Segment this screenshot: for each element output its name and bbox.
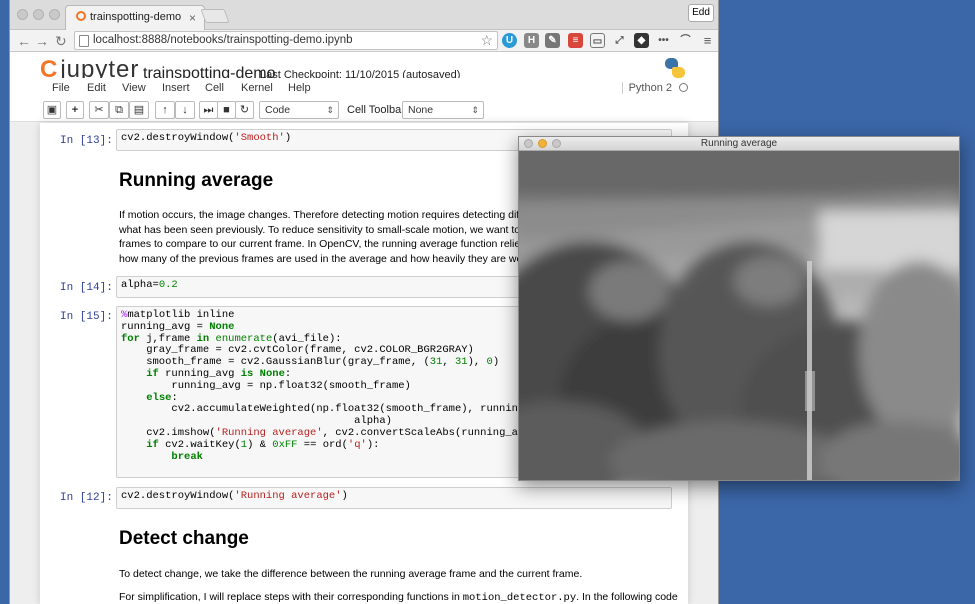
cell-prompt: In [12]: bbox=[60, 492, 113, 504]
opencv-titlebar[interactable]: Running average bbox=[519, 137, 959, 151]
extension-layers-icon[interactable]: ◆ bbox=[634, 33, 649, 48]
extension-h-icon[interactable]: H bbox=[524, 33, 539, 48]
python-logo-icon bbox=[665, 58, 685, 78]
menu-bar: File Edit View Insert Cell Kernel Help P… bbox=[10, 78, 718, 98]
page-icon bbox=[79, 35, 89, 47]
select-arrow-icon: ⇕ bbox=[326, 105, 334, 115]
reload-icon[interactable]: ↻ bbox=[55, 33, 67, 50]
profile-button[interactable]: Edd bbox=[688, 4, 714, 22]
cast-icon[interactable]: ▭ bbox=[590, 33, 605, 48]
save-icon[interactable]: ▣ bbox=[43, 101, 61, 119]
interrupt-icon[interactable]: ■ bbox=[217, 101, 236, 119]
opencv-window-title: Running average bbox=[700, 138, 778, 149]
inline-code: motion_detector.py bbox=[462, 592, 577, 604]
detect-change-text-1: To detect change, we take the difference… bbox=[119, 568, 583, 580]
bookmark-star-icon[interactable]: ☆ bbox=[480, 32, 493, 49]
menu-icon[interactable]: ≡ bbox=[700, 33, 715, 48]
cut-icon[interactable]: ✂ bbox=[89, 101, 109, 119]
kernel-name: Python 2 bbox=[621, 82, 672, 94]
close-window-button[interactable] bbox=[524, 139, 533, 148]
extension-todoist-icon[interactable]: ≡ bbox=[568, 33, 583, 48]
jupyter-favicon-icon bbox=[76, 11, 86, 21]
cell-toolbar-value: None bbox=[408, 104, 434, 116]
forward-icon[interactable]: → bbox=[35, 33, 49, 49]
heading-running-average: Running average bbox=[119, 170, 274, 191]
cell-prompt: In [14]: bbox=[60, 282, 113, 294]
menu-view[interactable]: View bbox=[122, 82, 146, 94]
paste-icon[interactable]: ▤ bbox=[129, 101, 149, 119]
menu-edit[interactable]: Edit bbox=[87, 82, 106, 94]
extension-tools-icon[interactable]: ⤢ bbox=[612, 33, 627, 48]
extension-u-icon[interactable]: U bbox=[502, 33, 517, 48]
text-span: . In the following code bbox=[576, 591, 678, 603]
extension-dots-icon[interactable]: ••• bbox=[656, 33, 671, 48]
back-icon[interactable]: ← bbox=[17, 33, 31, 49]
insert-cell-icon[interactable]: + bbox=[66, 101, 84, 119]
running-average-frame bbox=[519, 151, 959, 480]
copy-icon[interactable]: ⧉ bbox=[109, 101, 129, 119]
text-span: For simplification, I will replace steps… bbox=[119, 591, 463, 603]
menu-help[interactable]: Help bbox=[288, 82, 311, 94]
zoom-window-button[interactable] bbox=[552, 139, 561, 148]
kernel-status-icon bbox=[679, 83, 688, 92]
address-bar[interactable]: localhost:8888/notebooks/trainspotting-d… bbox=[74, 31, 498, 50]
url-text: localhost:8888/notebooks/trainspotting-d… bbox=[93, 34, 353, 46]
blurred-scene-image bbox=[519, 151, 959, 480]
detect-change-text-2: For simplification, I will replace steps… bbox=[119, 590, 679, 604]
cell-type-select[interactable]: Code ⇕ bbox=[259, 101, 339, 119]
minimize-window-button[interactable] bbox=[538, 139, 547, 148]
tab-bar: trainspotting-demo × Edd bbox=[10, 0, 718, 30]
browser-tab[interactable]: trainspotting-demo × bbox=[65, 5, 205, 30]
cell-type-value: Code bbox=[265, 104, 291, 116]
cell-toolbar-label: Cell Toolbar: bbox=[347, 104, 408, 116]
tab-title: trainspotting-demo bbox=[90, 11, 182, 23]
code-cell-12[interactable]: cv2.destroyWindow('Running average') bbox=[116, 487, 672, 509]
move-up-icon[interactable]: ↑ bbox=[155, 101, 175, 119]
tab-close-icon[interactable]: × bbox=[189, 11, 196, 25]
opencv-window[interactable]: Running average bbox=[518, 136, 960, 481]
extension-evernote-icon[interactable]: ✎ bbox=[545, 33, 560, 48]
cell-prompt: In [13]: bbox=[60, 135, 113, 147]
heading-detect-change: Detect change bbox=[119, 528, 249, 549]
cell-toolbar-select[interactable]: None ⇕ bbox=[402, 101, 484, 119]
extension-bolt-icon[interactable]: ⌒ bbox=[678, 33, 693, 48]
notebook-toolbar: ▣ + ✂ ⧉ ▤ ↑ ↓ ⏭ ■ ↻ Code ⇕ Cell Toolbar: … bbox=[10, 98, 718, 122]
menu-file[interactable]: File bbox=[52, 82, 70, 94]
menu-cell[interactable]: Cell bbox=[205, 82, 224, 94]
select-arrow-icon: ⇕ bbox=[471, 105, 479, 115]
close-window-button[interactable] bbox=[17, 9, 28, 20]
cell-prompt: In [15]: bbox=[60, 311, 113, 323]
browser-toolbar: ← → ↻ localhost:8888/notebooks/trainspot… bbox=[10, 30, 718, 52]
run-cell-icon[interactable]: ⏭ bbox=[199, 101, 218, 119]
move-down-icon[interactable]: ↓ bbox=[175, 101, 195, 119]
zoom-window-button[interactable] bbox=[49, 9, 60, 20]
new-tab-button[interactable] bbox=[200, 9, 230, 23]
minimize-window-button[interactable] bbox=[33, 9, 44, 20]
menu-kernel[interactable]: Kernel bbox=[241, 82, 273, 94]
restart-icon[interactable]: ↻ bbox=[235, 101, 254, 119]
menu-insert[interactable]: Insert bbox=[162, 82, 190, 94]
